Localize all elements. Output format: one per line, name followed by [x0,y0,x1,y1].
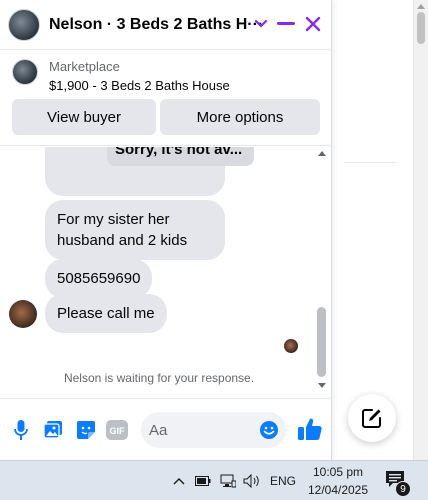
compose-icon [362,409,381,428]
scroll-down-arrow-icon[interactable] [318,383,326,388]
message-input-box[interactable] [141,412,286,448]
taskbar: ENG 10:05 pm 12/04/2025 9 [0,460,428,500]
close-icon[interactable] [302,13,324,35]
contact-avatar[interactable] [8,9,40,41]
microphone-icon[interactable] [10,419,32,441]
notification-badge: 9 [395,481,411,497]
chevron-up-icon[interactable] [172,473,186,489]
sender-avatar[interactable] [9,300,37,328]
chat-window: Nelson · 3 Beds 2 Baths H··· Marketplace… [0,0,332,460]
sticker-icon[interactable] [75,419,97,441]
clock-date[interactable]: 12/04/2025 [306,483,370,497]
chat-scrollbar-thumb[interactable] [317,307,326,377]
chat-title[interactable]: Nelson · 3 Beds 2 Baths H··· [49,16,263,34]
screen: Nelson · 3 Beds 2 Baths H··· Marketplace… [0,0,428,500]
gif-icon[interactable]: GIF [106,419,128,441]
page-scrollbar[interactable] [413,0,428,460]
photo-icon[interactable] [42,419,64,441]
listing-thumbnail[interactable] [12,59,38,85]
minimize-icon[interactable] [275,13,297,35]
gif-label: GIF [110,426,126,436]
more-options-button[interactable]: More options [160,99,320,135]
seen-indicator-avatar [284,339,298,353]
view-buyer-button[interactable]: View buyer [12,99,156,135]
chat-header: Nelson · 3 Beds 2 Baths H··· [0,0,332,50]
network-icon[interactable] [220,473,236,489]
quoted-message[interactable]: Sorry, it's not av... [107,147,254,166]
battery-icon[interactable] [195,473,211,489]
scrollbar-thumb[interactable] [417,12,425,44]
message-bubble[interactable]: Please call me [45,294,167,333]
message-list: Sorry, it's not av... For my sister her … [0,147,332,397]
marketplace-label: Marketplace [49,59,120,74]
emoji-icon[interactable] [258,419,280,441]
new-message-button[interactable] [348,394,396,442]
scroll-up-arrow-icon[interactable] [417,4,425,9]
message-bubble[interactable]: 5085659690 [45,259,153,298]
message-input[interactable] [149,419,249,441]
listing-title[interactable]: $1,900 - 3 Beds 2 Baths House [49,78,230,93]
marketplace-card: Marketplace $1,900 - 3 Beds 2 Baths Hous… [0,51,332,146]
divider [344,162,396,163]
reply-bubble: Sorry, it's not av... [45,147,254,196]
chat-scrollbar[interactable] [316,147,328,397]
language-indicator[interactable]: ENG [270,474,296,488]
chevron-down-icon[interactable] [250,13,272,35]
clock-time[interactable]: 10:05 pm [306,465,370,479]
speaker-icon[interactable] [243,473,261,489]
scroll-up-arrow-icon[interactable] [318,151,326,156]
composer: GIF [0,398,332,460]
message-bubble[interactable]: For my sister her husband and 2 kids [45,200,225,260]
thumbs-up-icon[interactable] [297,416,323,442]
waiting-status: Nelson is waiting for your response. [63,371,255,385]
